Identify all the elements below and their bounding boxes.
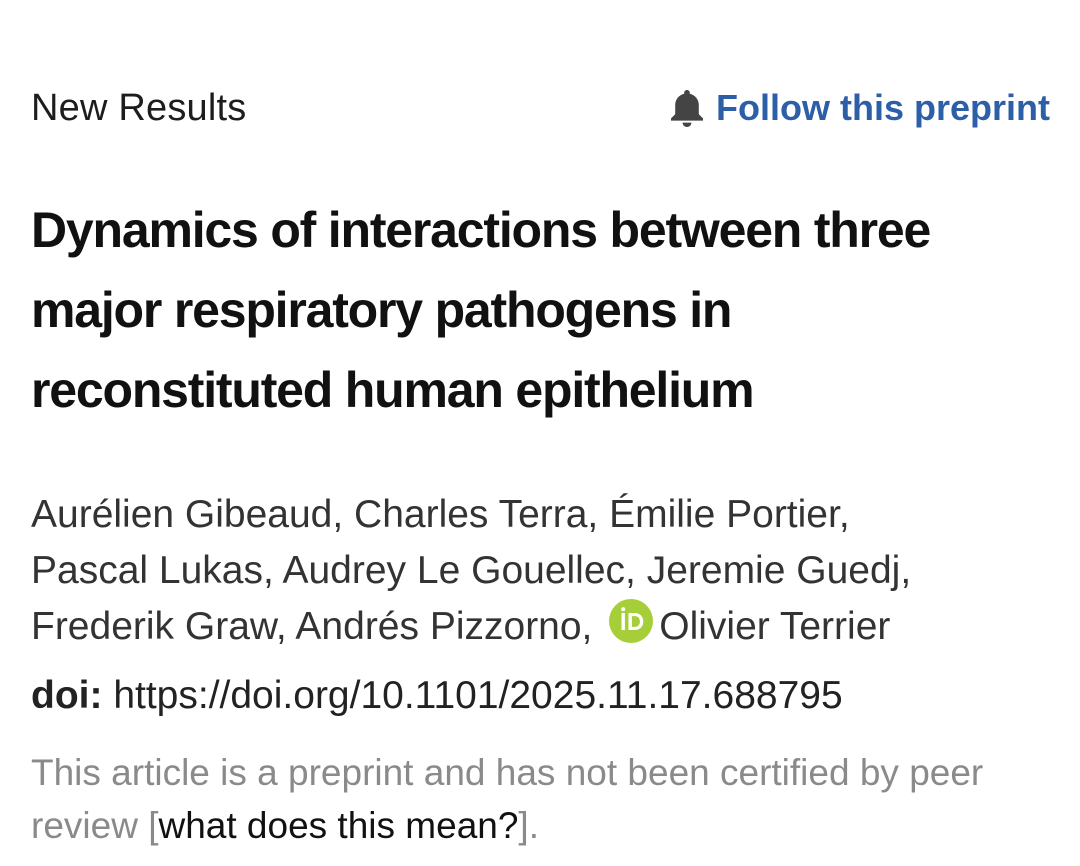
article-header-page: New Results Follow this preprint Dynamic… <box>0 0 1080 866</box>
peer-review-note: This article is a preprint and has not b… <box>31 746 1031 852</box>
author-name[interactable]: Charles Terra, <box>354 493 609 536</box>
section-label: New Results <box>31 86 247 129</box>
author-name[interactable]: Andrés Pizzorno, <box>295 605 603 648</box>
peer-review-note-end: ]. <box>518 805 539 846</box>
what-does-this-mean-link[interactable]: what does this mean? <box>158 805 518 846</box>
author-name[interactable]: Olivier Terrier <box>659 605 890 648</box>
author-name[interactable]: Frederik Graw, <box>31 605 295 648</box>
author-list: Aurélien Gibeaud, Charles Terra, Émilie … <box>31 487 1051 655</box>
author-name[interactable]: Jeremie Guedj, <box>647 549 911 592</box>
doi-label: doi: <box>31 674 103 717</box>
orcid-icon[interactable] <box>609 599 654 643</box>
doi-line: doi: https://doi.org/10.1101/2025.11.17.… <box>31 668 843 724</box>
author-name[interactable]: Pascal Lukas, <box>31 549 282 592</box>
follow-preprint-label: Follow this preprint <box>716 87 1050 128</box>
follow-preprint-button[interactable]: Follow this preprint <box>668 87 1050 129</box>
bell-icon <box>671 90 704 127</box>
author-name[interactable]: Émilie Portier, <box>609 493 850 536</box>
top-bar: New Results Follow this preprint <box>31 84 1050 132</box>
article-title: Dynamics of interactions between three m… <box>31 202 931 418</box>
doi-link[interactable]: https://doi.org/10.1101/2025.11.17.68879… <box>113 674 842 717</box>
author-name[interactable]: Audrey Le Gouellec, <box>282 549 646 592</box>
author-name[interactable]: Aurélien Gibeaud, <box>31 493 354 536</box>
